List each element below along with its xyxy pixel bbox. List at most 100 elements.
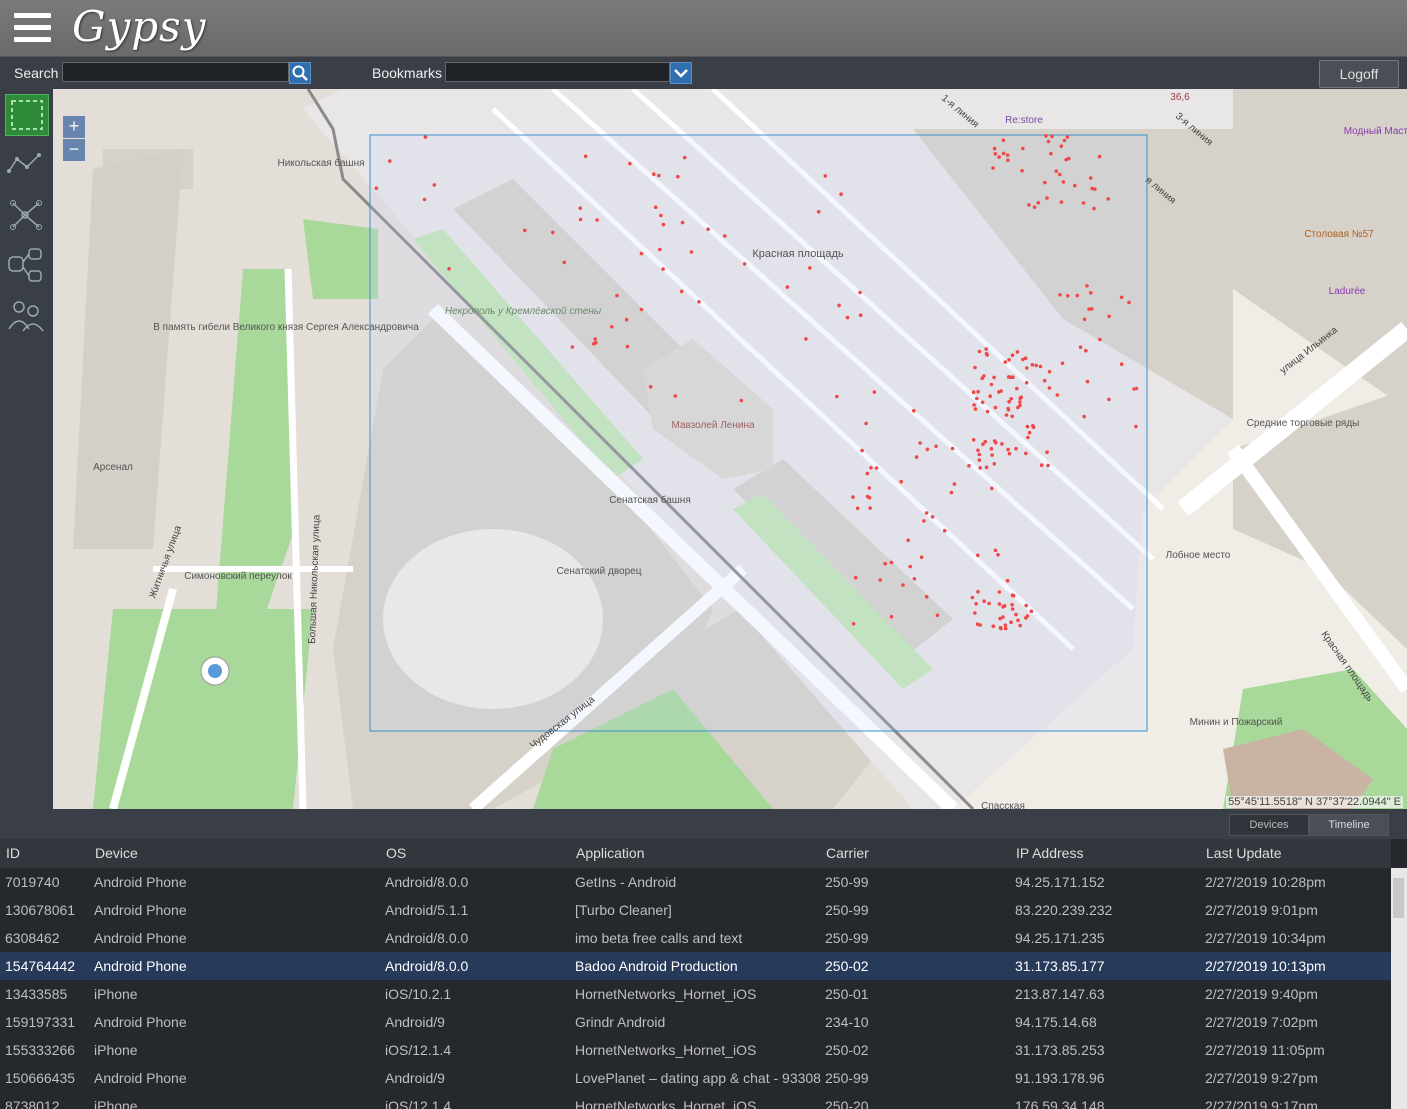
device-point[interactable] <box>1134 424 1138 429</box>
device-point[interactable] <box>1089 291 1093 295</box>
device-point[interactable] <box>992 462 997 466</box>
device-point[interactable] <box>1005 578 1010 583</box>
device-point[interactable] <box>689 250 694 254</box>
device-point[interactable] <box>1082 317 1087 322</box>
device-point[interactable] <box>1010 353 1015 358</box>
device-point[interactable] <box>977 349 982 354</box>
device-point[interactable] <box>1045 450 1049 455</box>
map-canvas[interactable]: Никольская башня Красная площадь Некропо… <box>53 89 1407 809</box>
device-point[interactable] <box>432 183 437 187</box>
device-point[interactable] <box>1049 151 1053 156</box>
device-point[interactable] <box>837 303 841 308</box>
device-point[interactable] <box>984 347 988 351</box>
device-point[interactable] <box>578 206 582 210</box>
table-row[interactable]: 155333266 iPhone iOS/12.1.4 HornetNetworks_… <box>0 1036 1391 1065</box>
device-point[interactable] <box>982 599 986 603</box>
logoff-button[interactable]: Logoff <box>1319 60 1399 88</box>
device-point[interactable] <box>1034 363 1038 368</box>
device-point[interactable] <box>1061 180 1066 184</box>
device-point[interactable] <box>993 405 998 410</box>
device-point[interactable] <box>1098 337 1102 342</box>
device-point[interactable] <box>1030 363 1035 367</box>
search-input[interactable] <box>62 62 289 82</box>
device-point[interactable] <box>1039 463 1044 468</box>
search-button[interactable] <box>289 62 311 84</box>
device-point[interactable] <box>934 444 938 449</box>
table-row[interactable]: 8738012 iPhone iOS/12.1.4 HornetNetworks_Ho… <box>0 1092 1391 1109</box>
device-point[interactable] <box>889 560 894 565</box>
device-point[interactable] <box>991 624 996 628</box>
tab-timeline[interactable]: Timeline <box>1309 814 1389 836</box>
device-point[interactable] <box>860 448 864 453</box>
device-point[interactable] <box>1075 293 1080 298</box>
device-point[interactable] <box>1127 300 1131 305</box>
device-point[interactable] <box>835 394 839 399</box>
device-point[interactable] <box>680 220 685 225</box>
device-point[interactable] <box>918 441 922 445</box>
device-point[interactable] <box>1031 424 1035 428</box>
device-point[interactable] <box>1088 176 1093 180</box>
device-point[interactable] <box>1027 430 1032 435</box>
device-point[interactable] <box>924 595 929 599</box>
scrollbar-thumb[interactable] <box>1393 878 1404 918</box>
device-point[interactable] <box>924 511 929 515</box>
device-point[interactable] <box>992 146 997 151</box>
bookmarks-dropdown-button[interactable] <box>670 62 692 84</box>
device-point[interactable] <box>1085 379 1090 384</box>
device-point[interactable] <box>952 482 957 486</box>
device-point[interactable] <box>625 344 630 349</box>
device-point[interactable] <box>973 407 978 411</box>
device-point[interactable] <box>988 394 992 399</box>
device-point[interactable] <box>823 174 828 178</box>
device-point[interactable] <box>447 267 451 271</box>
device-point[interactable] <box>971 390 976 395</box>
device-point[interactable] <box>865 494 870 499</box>
device-point[interactable] <box>989 382 994 387</box>
device-point[interactable] <box>816 210 821 214</box>
device-point[interactable] <box>661 267 665 271</box>
device-point[interactable] <box>1007 451 1012 456</box>
device-point[interactable] <box>864 421 868 426</box>
device-point[interactable] <box>595 218 599 222</box>
device-point[interactable] <box>1006 447 1010 452</box>
device-point[interactable] <box>858 290 862 295</box>
device-point[interactable] <box>1016 618 1020 623</box>
device-point[interactable] <box>1065 135 1070 139</box>
device-point[interactable] <box>1029 609 1034 613</box>
device-point[interactable] <box>1010 602 1014 607</box>
device-point[interactable] <box>1058 172 1062 177</box>
device-point[interactable] <box>872 390 877 394</box>
device-point[interactable] <box>676 174 680 179</box>
device-point[interactable] <box>976 589 980 594</box>
table-row[interactable]: 130678061 Android Phone Android/5.1.1 [Turb… <box>0 896 1391 925</box>
device-point[interactable] <box>1085 284 1089 288</box>
device-point[interactable] <box>901 583 905 587</box>
device-point[interactable] <box>977 458 982 462</box>
device-point[interactable] <box>570 345 575 349</box>
device-point[interactable] <box>1059 200 1064 204</box>
device-point[interactable] <box>908 564 912 569</box>
device-point[interactable] <box>906 538 910 543</box>
device-point[interactable] <box>984 465 989 470</box>
device-point[interactable] <box>975 396 979 401</box>
device-point[interactable] <box>804 337 808 341</box>
device-point[interactable] <box>628 161 632 166</box>
device-point[interactable] <box>653 205 658 209</box>
zoom-out-button[interactable]: − <box>63 139 85 161</box>
device-point[interactable] <box>652 172 656 176</box>
device-point[interactable] <box>1066 294 1070 298</box>
device-point[interactable] <box>1043 180 1047 185</box>
device-point[interactable] <box>996 553 1000 557</box>
device-point[interactable] <box>1021 357 1025 362</box>
device-point[interactable] <box>997 155 1001 159</box>
device-point[interactable] <box>1008 375 1013 380</box>
device-point[interactable] <box>853 575 858 580</box>
device-point[interactable] <box>993 152 998 156</box>
device-point[interactable] <box>1019 395 1023 400</box>
device-point[interactable] <box>1106 197 1111 201</box>
device-point[interactable] <box>1007 399 1011 404</box>
device-point[interactable] <box>659 213 663 218</box>
device-point[interactable] <box>1042 378 1047 383</box>
device-point[interactable] <box>658 247 662 252</box>
device-point[interactable] <box>551 230 555 235</box>
